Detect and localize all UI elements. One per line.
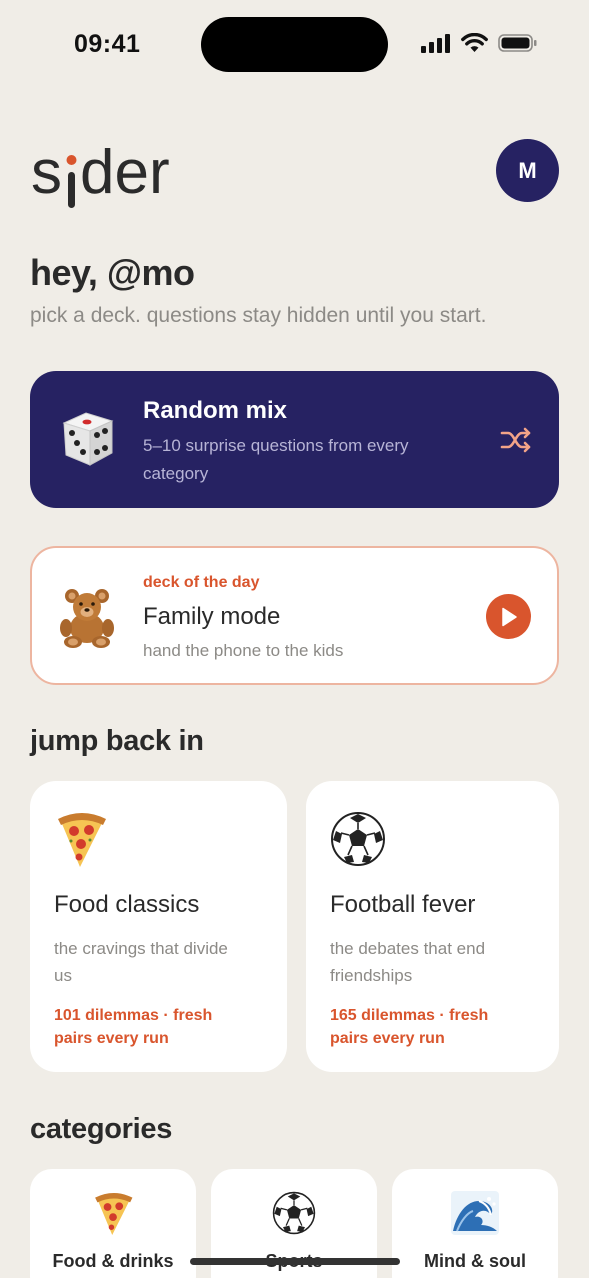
wave-icon (451, 1191, 499, 1235)
jump-back-card-food-classics[interactable]: Food classics the cravings that divide u… (30, 781, 287, 1072)
category-label: Mind & soul (424, 1251, 526, 1271)
deck-of-the-day-label: deck of the day (143, 574, 260, 591)
cellular-signal-icon (421, 34, 450, 53)
shuffle-icon[interactable] (500, 427, 532, 453)
pizza-icon (58, 813, 106, 867)
category-label: Food & drinks (52, 1251, 174, 1271)
category-food-drinks[interactable]: Food & drinks (30, 1169, 196, 1278)
system-icons (421, 33, 538, 53)
status-time: 09:41 (74, 30, 141, 58)
soccer-ball-icon (272, 1191, 316, 1235)
wifi-icon (461, 33, 488, 52)
play-icon (501, 607, 517, 626)
svg-text:s: s (31, 138, 62, 207)
deck-of-the-day-card[interactable]: deck of the day Family mode hand the pho… (30, 546, 559, 685)
teddy-bear-icon (60, 589, 114, 648)
random-mix-title: Random mix (143, 397, 288, 424)
sider-logo: s der (31, 138, 181, 215)
profile-avatar[interactable]: M (496, 139, 559, 202)
random-mix-description: 5–10 surprise questions from every categ… (143, 436, 409, 483)
card-description: the debates that end friendships (330, 939, 486, 985)
card-title: Food classics (54, 891, 200, 918)
deck-of-the-day-title: Family mode (143, 603, 281, 630)
status-bar: 09:41 (0, 0, 589, 90)
card-description: the cravings that divide us (54, 939, 228, 985)
greeting-title: hey, @mo (30, 252, 195, 293)
card-title: Football fever (330, 891, 476, 918)
svg-text:der: der (80, 138, 170, 207)
play-button[interactable] (486, 594, 531, 639)
soccer-ball-icon (331, 812, 385, 866)
jump-back-in-heading: jump back in (30, 725, 204, 757)
greeting-subtitle: pick a deck. questions stay hidden until… (30, 304, 487, 327)
dice-icon (62, 412, 114, 466)
deck-of-the-day-description: hand the phone to the kids (143, 641, 344, 660)
pizza-icon (95, 1193, 133, 1235)
battery-icon (498, 34, 537, 52)
card-meta: 101 dilemmas · fresh pairs every run (54, 1007, 213, 1047)
category-mind-soul[interactable]: Mind & soul (392, 1169, 558, 1278)
categories-heading: categories (30, 1113, 173, 1145)
dynamic-island (201, 17, 388, 72)
random-mix-card[interactable]: Random mix 5–10 surprise questions from … (30, 371, 559, 508)
home-indicator[interactable] (190, 1258, 400, 1265)
jump-back-card-football-fever[interactable]: Football fever the debates that end frie… (306, 781, 559, 1072)
card-meta: 165 dilemmas · fresh pairs every run (330, 1007, 489, 1047)
